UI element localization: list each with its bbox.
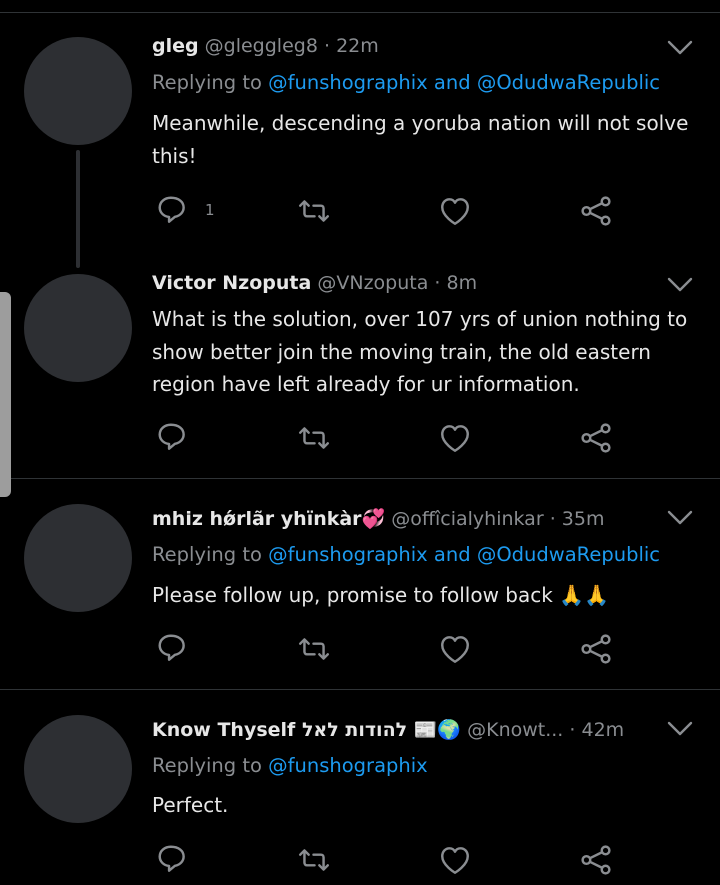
avatar[interactable] <box>24 504 132 612</box>
avatar[interactable] <box>24 274 132 382</box>
reply-icon[interactable] <box>156 843 190 877</box>
divider <box>0 478 720 479</box>
tweet-header: Know Thyself להודות לאל 📰🌍 @Knowt... · 4… <box>152 718 624 741</box>
tweet-text: What is the solution, over 107 yrs of un… <box>152 307 688 396</box>
mention-link[interactable]: @OdudwaRepublic <box>477 543 660 566</box>
reply-icon[interactable] <box>156 632 190 666</box>
share-icon[interactable] <box>579 843 613 877</box>
timestamp[interactable]: 42m <box>581 719 624 741</box>
tweet-header: gleg @gleggleg8 · 22m <box>152 35 379 57</box>
like-icon[interactable] <box>438 421 472 455</box>
timestamp[interactable]: 8m <box>447 272 478 294</box>
author-name[interactable]: Victor Nzoputa <box>152 272 311 294</box>
retweet-icon[interactable] <box>297 632 331 666</box>
mention-link[interactable]: @funshographix <box>268 754 428 777</box>
mention-link[interactable]: @funshographix <box>268 71 428 94</box>
replying-prefix: Replying to <box>152 543 262 566</box>
tweet-header: Victor Nzoputa @VNzoputa · 8m <box>152 272 477 294</box>
reply-count: 1 <box>205 201 215 219</box>
like-icon[interactable] <box>438 843 472 877</box>
chevron-down-icon[interactable] <box>666 275 694 295</box>
author-name[interactable]: mhiz hǿrlãr yhïnkàr💞 <box>152 508 385 530</box>
author-name[interactable]: Know Thyself להודות לאל 📰🌍 <box>152 719 461 741</box>
reply-icon[interactable] <box>156 194 190 228</box>
divider <box>0 689 720 690</box>
author-name[interactable]: gleg <box>152 35 199 57</box>
and-text: and <box>433 543 471 566</box>
top-divider <box>0 12 720 13</box>
author-handle[interactable]: @Knowt... <box>467 719 563 741</box>
retweet-icon[interactable] <box>297 194 331 228</box>
replying-to: Replying to @funshographix <box>152 754 428 777</box>
author-handle[interactable]: @VNzoputa <box>317 272 428 294</box>
timestamp[interactable]: 35m <box>562 508 605 530</box>
chevron-down-icon[interactable] <box>666 38 694 58</box>
separator: · <box>434 272 441 294</box>
mention-link[interactable]: @funshographix <box>268 543 428 566</box>
retweet-icon[interactable] <box>297 843 331 877</box>
replying-prefix: Replying to <box>152 754 262 777</box>
thread-line <box>76 150 80 268</box>
avatar[interactable] <box>24 37 132 145</box>
tweet-text: Perfect. <box>152 793 229 817</box>
author-handle[interactable]: @offîcialyhinkar <box>391 508 543 530</box>
separator: · <box>549 508 556 530</box>
reply-icon[interactable] <box>156 421 190 455</box>
share-icon[interactable] <box>579 194 613 228</box>
share-icon[interactable] <box>579 632 613 666</box>
tweet-text: Please follow up, promise to follow back… <box>152 583 609 607</box>
retweet-icon[interactable] <box>297 421 331 455</box>
share-icon[interactable] <box>579 421 613 455</box>
avatar[interactable] <box>24 715 132 823</box>
chevron-down-icon[interactable] <box>666 508 694 528</box>
like-icon[interactable] <box>438 194 472 228</box>
mention-link[interactable]: @OdudwaRepublic <box>477 71 660 94</box>
tweet-text: Meanwhile, descending a yoruba nation wi… <box>152 111 689 168</box>
tweet-header: mhiz hǿrlãr yhïnkàr💞 @offîcialyhinkar · … <box>152 507 604 530</box>
separator: · <box>569 719 576 741</box>
replying-to: Replying to @funshographix and @OdudwaRe… <box>152 543 660 566</box>
timestamp[interactable]: 22m <box>336 35 379 57</box>
replying-to: Replying to @funshographix and @OdudwaRe… <box>152 71 660 94</box>
and-text: and <box>433 71 471 94</box>
author-handle[interactable]: @gleggleg8 <box>205 35 318 57</box>
replying-prefix: Replying to <box>152 71 262 94</box>
chevron-down-icon[interactable] <box>666 719 694 739</box>
edge-scroll-handle[interactable] <box>0 292 11 497</box>
separator: · <box>323 35 331 57</box>
like-icon[interactable] <box>438 632 472 666</box>
